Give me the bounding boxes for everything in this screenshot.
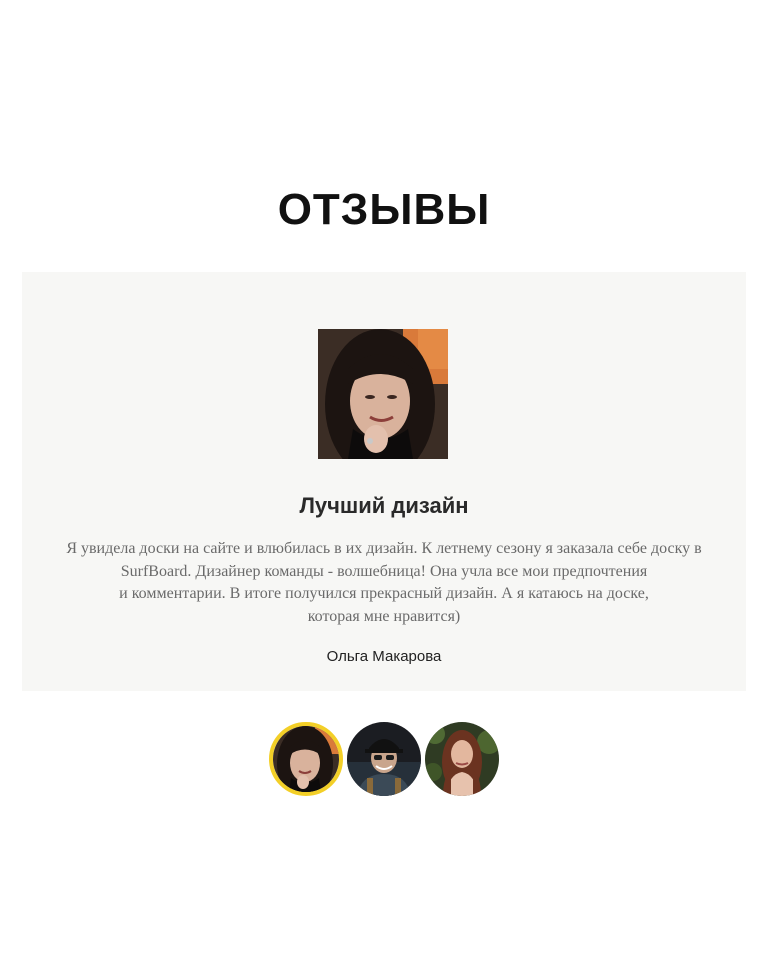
review-text-line: Я увидела доски на сайте и влюбилась в и… [66, 540, 702, 557]
reviews-page: ОТЗЫВЫ Лучший дизайн Я увидела доски на … [0, 0, 768, 976]
reviewer-avatar-3[interactable] [425, 722, 499, 796]
review-text-line: и комментарии. В итоге получился прекрас… [119, 585, 649, 602]
review-photo [318, 329, 448, 459]
reviewer-avatar-1[interactable] [269, 722, 343, 796]
reviewer-switcher [0, 722, 768, 798]
review-text-line: SurfBoard. Дизайнер команды - волшебница… [120, 562, 648, 580]
review-author: Ольга Макарова [326, 648, 442, 665]
section-title: ОТЗЫВЫ [277, 185, 491, 234]
review-text: Я увидела доски на сайте и влюбилась в и… [42, 538, 726, 628]
review-title: Лучший дизайн [299, 493, 469, 518]
review-text-line: которая мне нравится) [307, 607, 461, 625]
reviewer-avatar-2[interactable] [347, 722, 421, 796]
review-card: Лучший дизайн Я увидела доски на сайте и… [22, 272, 746, 691]
